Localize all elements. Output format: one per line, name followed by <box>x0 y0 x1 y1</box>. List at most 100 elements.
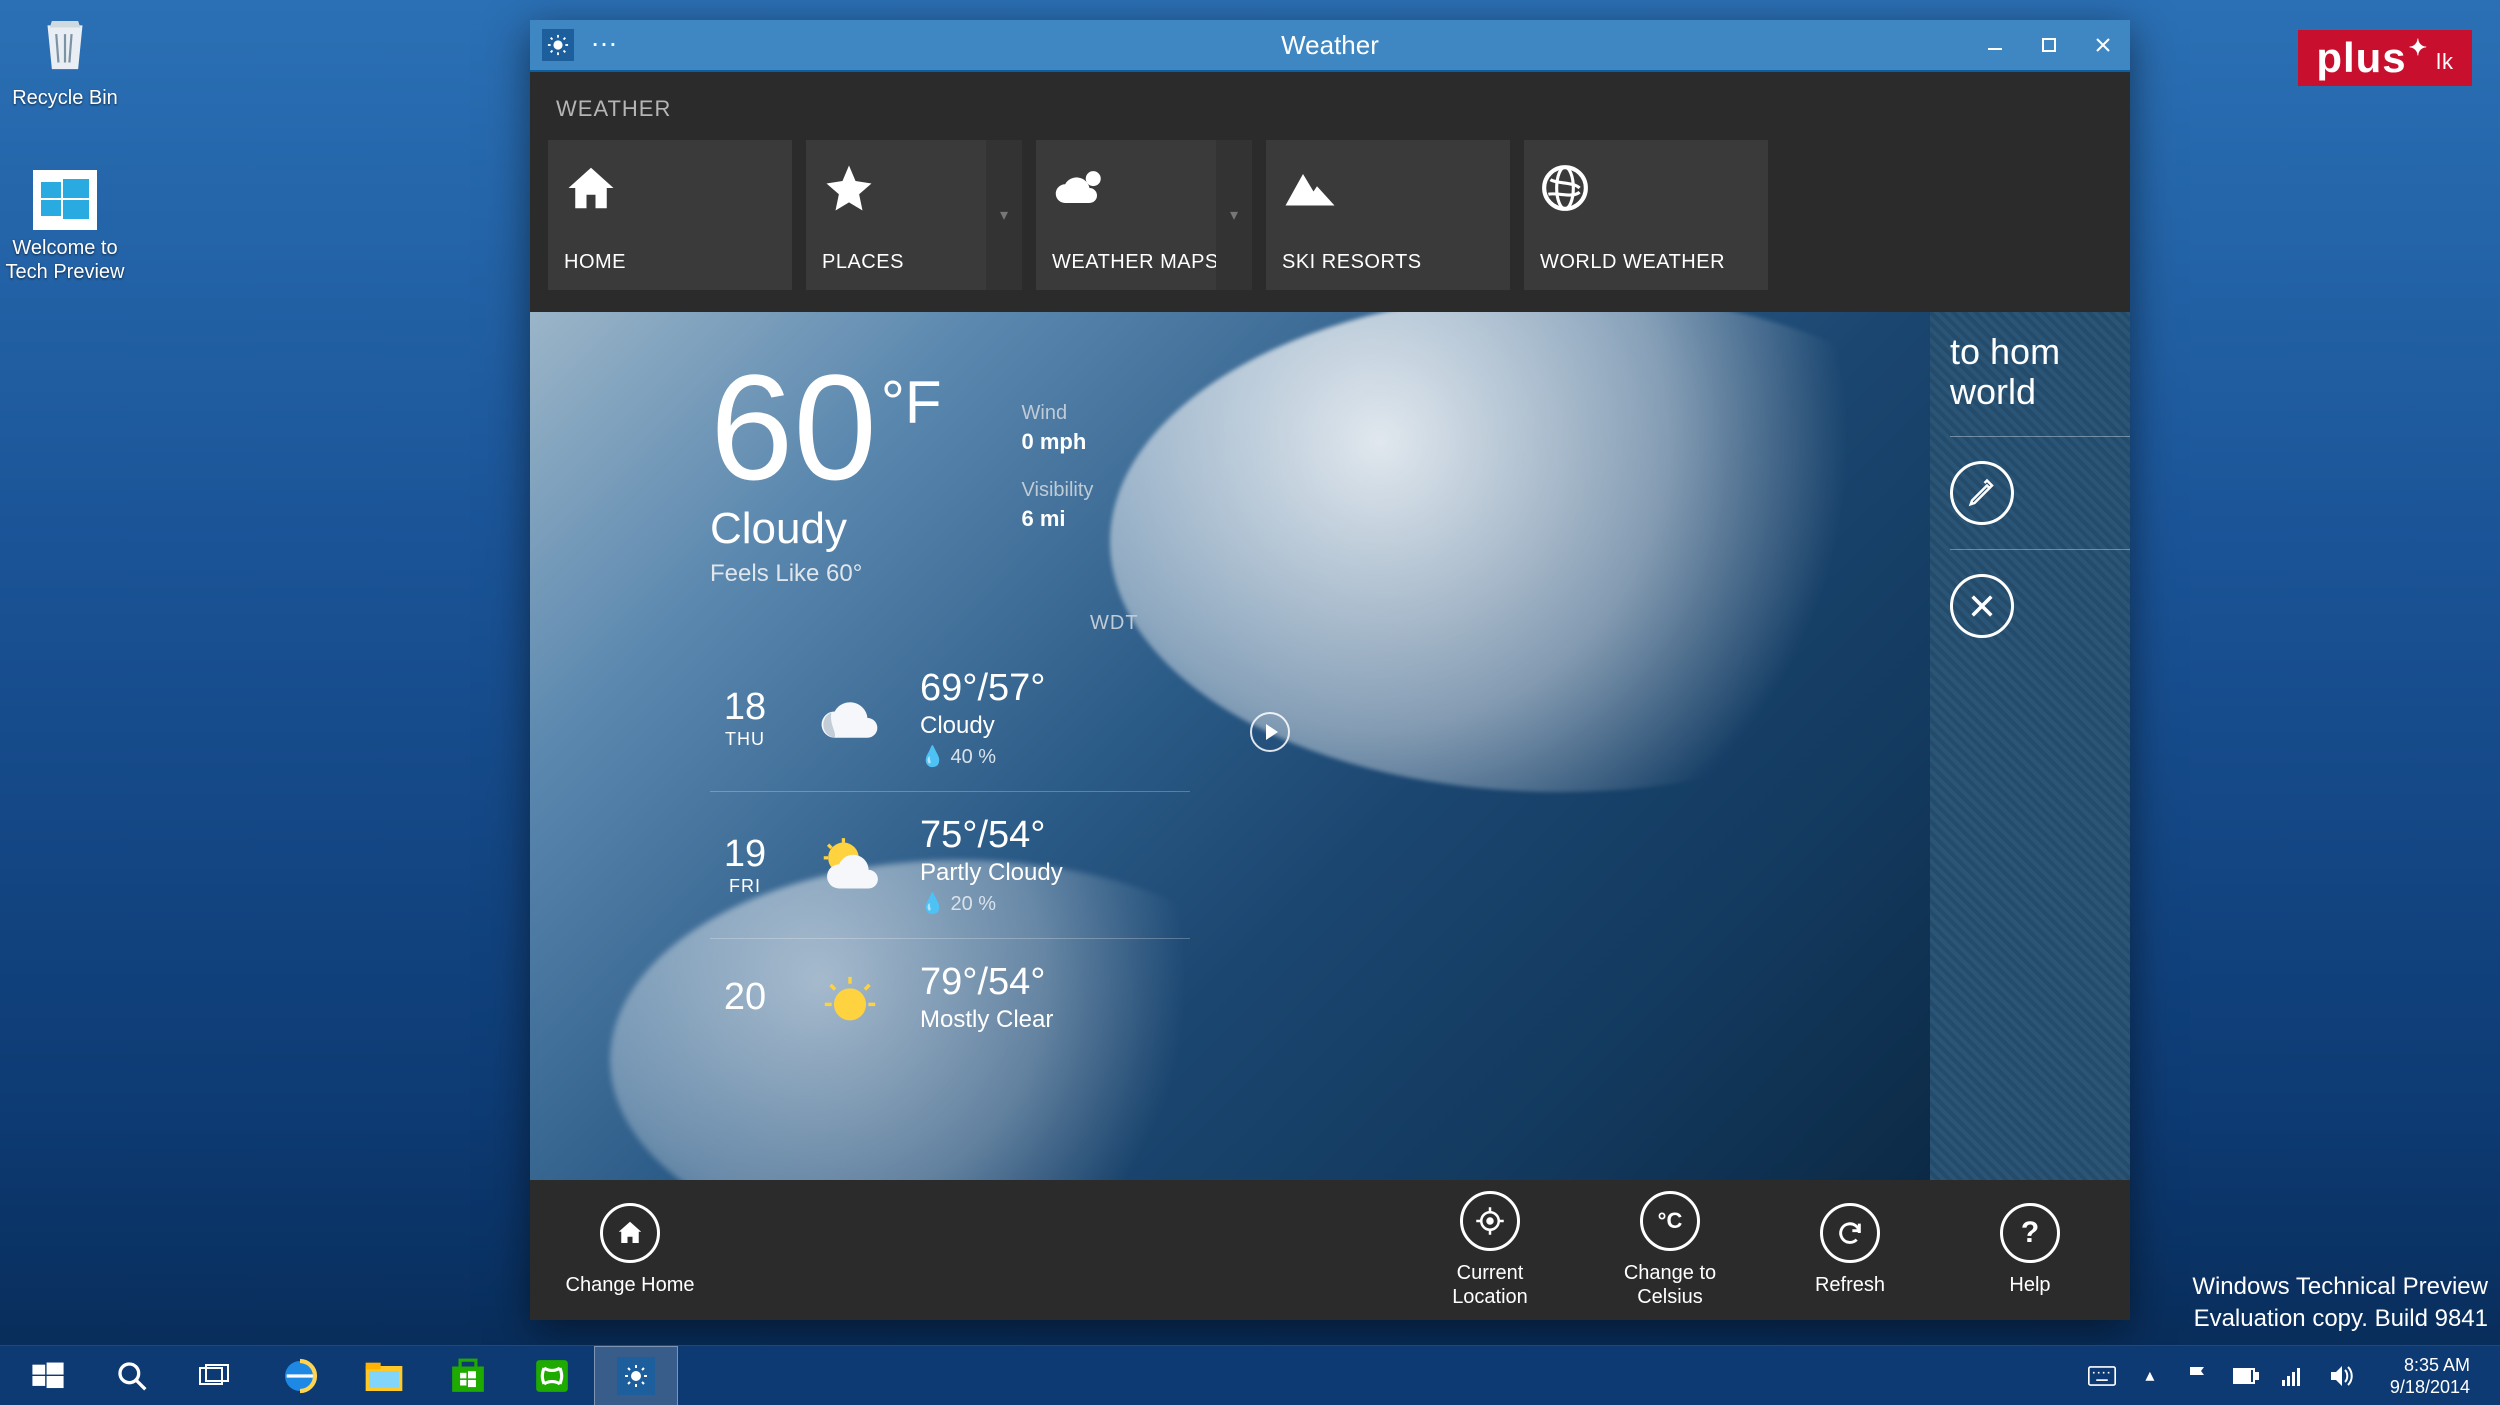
forecast-desc: Cloudy <box>920 712 1046 740</box>
minimize-button[interactable] <box>1968 20 2022 70</box>
nav-tile-label: SKI RESORTS <box>1282 251 1494 274</box>
appbar-change-home[interactable]: Change Home <box>560 1203 700 1297</box>
taskbar-ie-button[interactable] <box>258 1346 342 1405</box>
badge-sub: lk <box>2436 49 2454 75</box>
wind-label: Wind <box>1022 402 1094 425</box>
forecast-temps: 75°/54° <box>920 814 1063 857</box>
forecast-desc: Partly Cloudy <box>920 859 1063 887</box>
pencil-icon <box>1950 461 2014 525</box>
nav-tile-weather-maps[interactable]: WEATHER MAPS ▾ <box>1036 140 1252 290</box>
nav-tile-places[interactable]: PLACES ▾ <box>806 140 1022 290</box>
window-controls <box>1968 20 2130 70</box>
flag-icon[interactable] <box>2184 1362 2212 1390</box>
nav-tile-label: HOME <box>564 251 776 274</box>
home-pin-icon <box>600 1203 660 1263</box>
nav-section: WEATHER HOME PLACES ▾ WEATHER MAPS ▾ <box>530 72 2130 312</box>
play-button[interactable] <box>1250 712 1290 752</box>
start-button[interactable] <box>6 1346 90 1405</box>
chevron-down-icon[interactable]: ▾ <box>986 140 1022 290</box>
side-action-edit[interactable] <box>1950 461 2130 525</box>
taskbar-clock[interactable]: 8:35 AM 9/18/2014 <box>2376 1354 2484 1398</box>
nav-tile-label: WEATHER MAPS <box>1052 251 1236 274</box>
partly-cloudy-icon <box>810 830 890 900</box>
volume-icon[interactable] <box>2328 1362 2356 1390</box>
tray-overflow-icon[interactable]: ▴ <box>2136 1362 2164 1390</box>
refresh-icon <box>1820 1203 1880 1263</box>
celsius-icon: °C <box>1640 1191 1700 1251</box>
feels-like: Feels Like 60° <box>710 560 942 588</box>
taskbar-store-button[interactable] <box>426 1346 510 1405</box>
desktop-icon-recycle-bin[interactable]: Recycle Bin <box>0 10 135 110</box>
target-icon <box>1460 1191 1520 1251</box>
appbar-label: Change Home <box>560 1273 700 1297</box>
window-titlebar[interactable]: … Weather <box>530 20 2130 70</box>
forecast-row[interactable]: 19 FRI 75°/54° Partly Cloudy 💧 20 % <box>710 791 1190 938</box>
forecast-day-name: FRI <box>710 876 780 897</box>
nav-tile-world-weather[interactable]: WORLD WEATHER <box>1524 140 1768 290</box>
forecast-row[interactable]: 20 79°/54° Mostly Clear <box>710 938 1190 1056</box>
desktop-icon-label: Recycle Bin <box>0 86 135 110</box>
appbar-refresh[interactable]: Refresh <box>1780 1203 1920 1297</box>
taskbar-explorer-button[interactable] <box>342 1346 426 1405</box>
forecast-temps: 69°/57° <box>920 667 1046 710</box>
forecast-precip: 💧 40 % <box>920 744 1046 769</box>
titlebar-menu-button[interactable]: … <box>590 32 618 42</box>
taskbar-xbox-button[interactable] <box>510 1346 594 1405</box>
side-action-close[interactable] <box>1950 574 2130 638</box>
watermark-line: Evaluation copy. Build 9841 <box>2192 1303 2488 1335</box>
nav-tile-label: PLACES <box>822 251 1006 274</box>
close-button[interactable] <box>2076 20 2130 70</box>
windows-logo-icon <box>33 170 97 230</box>
help-icon: ? <box>2000 1203 2060 1263</box>
forecast-day-number: 19 <box>710 833 780 876</box>
forecast-desc: Mostly Clear <box>920 1006 1053 1034</box>
network-icon[interactable] <box>2280 1362 2308 1390</box>
nav-tiles: HOME PLACES ▾ WEATHER MAPS ▾ SKI RESORTS <box>548 140 2112 290</box>
current-temp-block: 60 °F Cloudy Feels Like 60° <box>710 352 942 588</box>
appbar-change-celsius[interactable]: °C Change to Celsius <box>1600 1191 1740 1309</box>
forecast-day-name: THU <box>710 729 780 750</box>
cloud-sun-icon <box>1052 158 1236 218</box>
current-temp-unit: °F <box>881 368 942 437</box>
app-bar: Change Home Current Location °C Change t… <box>530 1180 2130 1320</box>
visibility-label: Visibility <box>1022 479 1094 502</box>
content-area: 60 °F Cloudy Feels Like 60° Wind 0 mph V… <box>530 312 2130 1180</box>
current-temp-value: 60 <box>710 352 877 502</box>
window-title: Weather <box>530 30 2130 61</box>
appbar-label: Refresh <box>1780 1273 1920 1297</box>
keyboard-icon[interactable] <box>2088 1362 2116 1390</box>
desktop-icon-label: Welcome to Tech Preview <box>0 236 135 284</box>
taskbar-weather-button[interactable] <box>594 1346 678 1405</box>
battery-icon[interactable] <box>2232 1362 2260 1390</box>
forecast-row[interactable]: 18 THU 69°/57° Cloudy 💧 40 % <box>710 645 1190 791</box>
wind-value: 0 mph <box>1022 429 1094 455</box>
appbar-label: Help <box>1960 1273 2100 1297</box>
current-conditions: 60 °F Cloudy Feels Like 60° Wind 0 mph V… <box>710 352 1890 588</box>
nav-tile-ski-resorts[interactable]: SKI RESORTS <box>1266 140 1510 290</box>
pluslk-badge: plus✦ lk <box>2298 30 2472 86</box>
weather-hero[interactable]: 60 °F Cloudy Feels Like 60° Wind 0 mph V… <box>530 312 1930 1180</box>
desktop-icon-tech-preview[interactable]: Welcome to Tech Preview <box>0 170 135 284</box>
nav-tile-home[interactable]: HOME <box>548 140 792 290</box>
divider <box>1950 436 2130 437</box>
mountain-icon <box>1282 158 1494 218</box>
weather-window: … Weather WEATHER HOME PLACES ▾ <box>530 20 2130 1320</box>
data-provider: WDT <box>530 612 1890 635</box>
chevron-down-icon[interactable]: ▾ <box>1216 140 1252 290</box>
divider <box>1950 549 2130 550</box>
appbar-label: Current Location <box>1420 1261 1560 1309</box>
current-details: Wind 0 mph Visibility 6 mi <box>1022 402 1094 556</box>
clock-date: 9/18/2014 <box>2390 1376 2470 1398</box>
system-tray: ▴ 8:35 AM 9/18/2014 <box>2088 1354 2494 1398</box>
forecast-precip: 💧 20 % <box>920 891 1063 916</box>
side-title: to homworld <box>1950 332 2130 412</box>
taskbar-search-button[interactable] <box>90 1346 174 1405</box>
appbar-label: Change to Celsius <box>1600 1261 1740 1309</box>
current-condition: Cloudy <box>710 504 942 554</box>
maximize-button[interactable] <box>2022 20 2076 70</box>
appbar-current-location[interactable]: Current Location <box>1420 1191 1560 1309</box>
taskbar: ▴ 8:35 AM 9/18/2014 <box>0 1345 2500 1405</box>
taskbar-taskview-button[interactable] <box>174 1346 258 1405</box>
appbar-help[interactable]: ? Help <box>1960 1203 2100 1297</box>
badge-plus-icon: ✦ <box>2409 35 2428 61</box>
